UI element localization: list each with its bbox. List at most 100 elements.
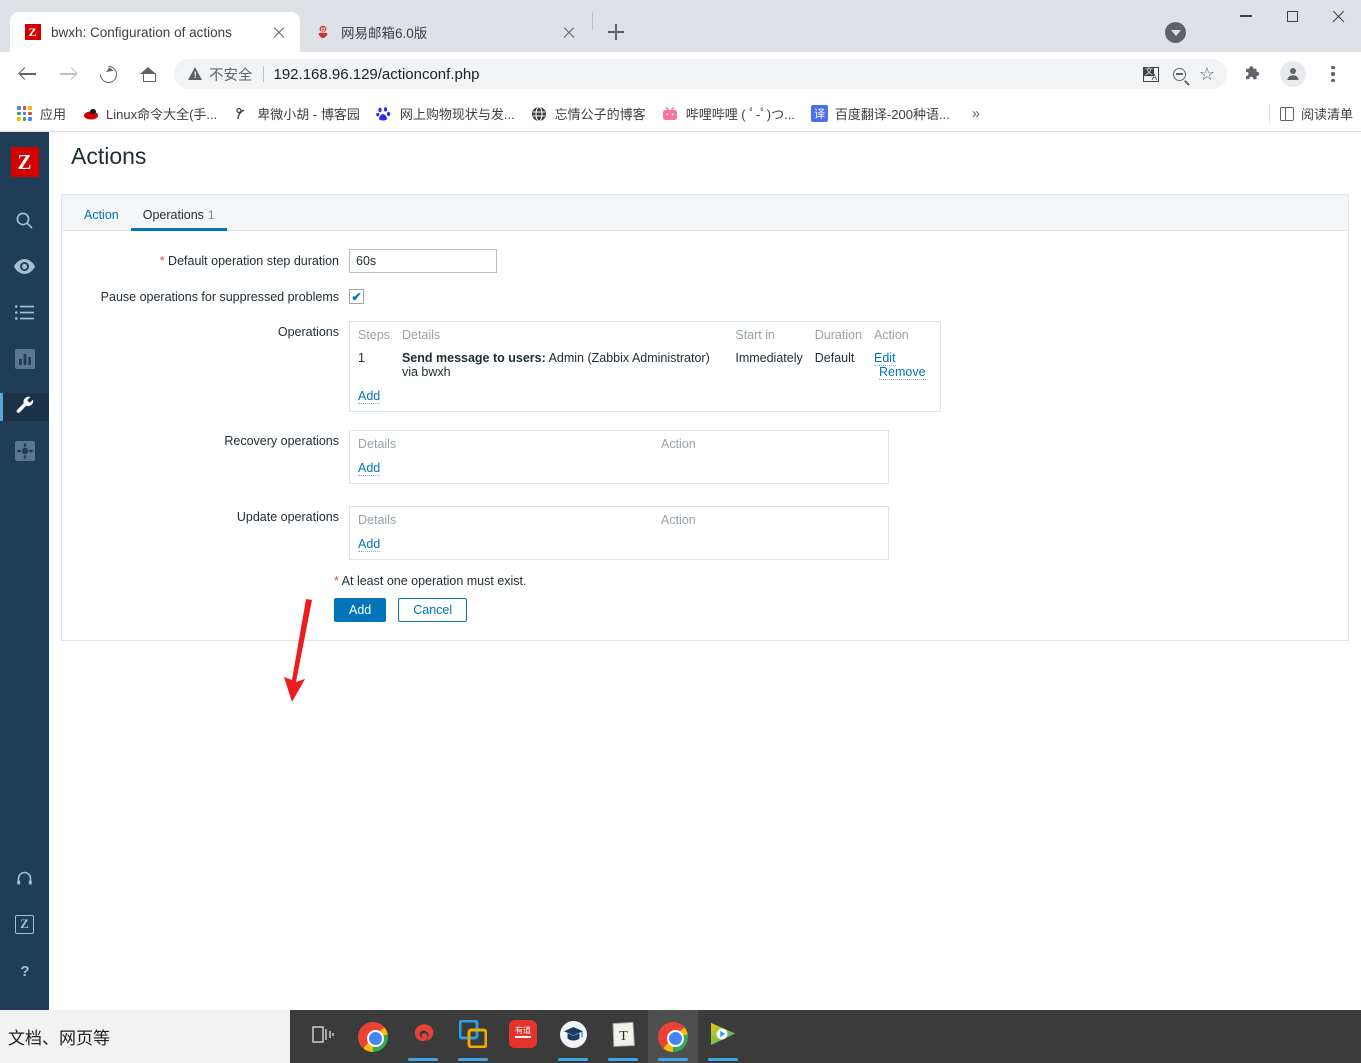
field-control: Steps Details Start in Duration Action 1… xyxy=(349,321,1348,412)
default-step-duration-input[interactable] xyxy=(349,249,497,273)
pause-suppressed-checkbox[interactable] xyxy=(349,289,364,304)
question-icon[interactable]: ? xyxy=(16,962,34,980)
running-indicator xyxy=(608,1058,638,1061)
support-headset-icon[interactable] xyxy=(16,870,33,887)
browser-window: Z bwxh: Configuration of actions 易 网易邮箱6… xyxy=(0,0,1361,1010)
bookmarks-overflow-button[interactable]: » xyxy=(964,105,988,122)
browser-tab-active[interactable]: Z bwxh: Configuration of actions xyxy=(10,12,300,52)
tab-action[interactable]: Action xyxy=(72,208,131,231)
browser-titlebar: Z bwxh: Configuration of actions 易 网易邮箱6… xyxy=(0,0,1361,52)
remove-operation-link[interactable]: Remove xyxy=(879,365,926,380)
extensions-icon[interactable] xyxy=(1236,57,1270,91)
svg-text:译: 译 xyxy=(814,108,825,121)
minimize-button[interactable] xyxy=(1223,0,1269,32)
taskbar-search-box[interactable]: 文档、网页等 xyxy=(0,1010,290,1063)
form-footnote: * At least one operation must exist. xyxy=(62,566,1348,598)
windows-taskbar: 文档、网页等 有道 T xyxy=(0,1010,1361,1063)
zabbix-box-icon[interactable]: Z xyxy=(15,915,34,934)
tab-label: Operations xyxy=(142,207,204,222)
bookmark-linux-commands[interactable]: Linux命令大全(手... xyxy=(74,100,225,127)
svg-text:T: T xyxy=(619,1029,628,1044)
baidu-translate-icon: 译 xyxy=(810,105,828,122)
field-label: Operations xyxy=(62,321,349,412)
gear-icon xyxy=(14,440,35,466)
field-label: Pause operations for suppressed problems xyxy=(62,285,349,309)
maximize-button[interactable] xyxy=(1269,0,1315,32)
reading-list-button[interactable]: 阅读清单 xyxy=(1268,104,1353,123)
running-indicator xyxy=(658,1058,688,1061)
cancel-button[interactable]: Cancel xyxy=(398,598,468,622)
sidebar-item-search[interactable] xyxy=(0,209,49,237)
bilibili-icon xyxy=(662,105,679,122)
add-button[interactable]: Add xyxy=(334,598,387,622)
zabbix-logo[interactable]: Z xyxy=(10,147,39,177)
forward-icon[interactable] xyxy=(51,57,85,91)
browser-tab-inactive[interactable]: 易 网易邮箱6.0版 xyxy=(300,12,590,52)
taskbar-xuexitong[interactable] xyxy=(548,1010,598,1063)
globe-icon xyxy=(531,105,548,122)
bookmark-cnblogs[interactable]: 卑微小胡 - 博客园 xyxy=(225,100,368,127)
bookmark-apps[interactable]: 应用 xyxy=(8,100,74,127)
bookmark-blog[interactable]: 忘情公子的博客 xyxy=(523,100,654,127)
add-operation-link[interactable]: Add xyxy=(358,389,381,404)
close-icon[interactable] xyxy=(558,21,580,43)
tab-separator xyxy=(592,12,593,30)
tab-operations[interactable]: Operations 1 xyxy=(130,207,227,231)
required-marker: * xyxy=(159,254,165,268)
operations-table: Steps Details Start in Duration Action 1… xyxy=(349,321,941,412)
cell-start-in: Immediately xyxy=(735,351,803,365)
bookmark-shopping[interactable]: 网上购物现状与发... xyxy=(368,100,523,127)
cell-action: Edit Remove xyxy=(866,347,940,384)
taskbar-youdao[interactable]: 有道 xyxy=(498,1010,548,1063)
window-controls xyxy=(1223,0,1361,44)
footnote-marker: * xyxy=(334,574,339,588)
bookmark-baidu-translate[interactable]: 译 百度翻译-200种语... xyxy=(803,100,958,127)
new-tab-button[interactable] xyxy=(601,17,631,47)
sidebar-item-monitoring[interactable] xyxy=(0,255,49,283)
svg-text:易: 易 xyxy=(319,28,325,35)
home-icon[interactable] xyxy=(131,57,165,91)
close-window-button[interactable] xyxy=(1315,0,1361,32)
taskbar-potplayer[interactable] xyxy=(698,1010,748,1063)
sidebar-item-configuration[interactable] xyxy=(0,393,49,421)
sidebar-item-inventory[interactable] xyxy=(0,301,49,329)
omnibox-divider xyxy=(262,66,264,82)
profile-avatar[interactable] xyxy=(1276,57,1310,91)
taskbar-navicat[interactable] xyxy=(398,1010,448,1063)
sidebar-item-administration[interactable] xyxy=(0,439,49,467)
browser-menu-icon[interactable] xyxy=(1316,57,1350,91)
tab-count: 1 xyxy=(207,207,215,222)
taskbar-typora[interactable]: T xyxy=(598,1010,648,1063)
label-text: Recovery operations xyxy=(224,434,339,448)
not-secure-icon xyxy=(188,67,203,81)
zabbix-sidebar: Z Z ? xyxy=(0,132,49,1010)
taskbar-chrome[interactable] xyxy=(348,1010,398,1063)
taskbar-task-view[interactable] xyxy=(298,1010,348,1063)
bookmark-star-icon[interactable]: ☆ xyxy=(1193,60,1221,88)
apps-grid-icon xyxy=(16,105,33,122)
label-text: Pause operations for suppressed problems xyxy=(100,290,339,304)
edit-operation-link[interactable]: Edit xyxy=(874,351,896,366)
translate-icon[interactable] xyxy=(1137,60,1165,88)
taskbar-vmware[interactable] xyxy=(448,1010,498,1063)
add-update-operation-link[interactable]: Add xyxy=(358,537,381,552)
sidebar-item-reports[interactable] xyxy=(0,347,49,375)
zoom-out-icon[interactable] xyxy=(1165,60,1193,88)
cell-duration: Default xyxy=(814,351,855,365)
bookmark-bilibili[interactable]: 哔哩哔哩 ( ﾟ-ﾟ)つ... xyxy=(654,100,803,127)
close-icon[interactable] xyxy=(268,21,290,43)
reading-list-label: 阅读清单 xyxy=(1300,107,1353,122)
field-control xyxy=(349,285,1348,309)
label-text: Operations xyxy=(277,325,339,339)
back-icon[interactable] xyxy=(11,57,45,91)
task-view-icon xyxy=(312,1025,334,1049)
address-bar[interactable]: 不安全 192.168.96.129/actionconf.php ☆ xyxy=(174,59,1227,89)
download-badge-icon[interactable] xyxy=(1165,22,1186,43)
field-control xyxy=(349,249,1348,273)
cell-steps: 1 xyxy=(358,351,365,365)
add-recovery-operation-link[interactable]: Add xyxy=(358,461,381,476)
taskbar-chrome-window[interactable] xyxy=(648,1010,698,1063)
wrench-icon xyxy=(15,395,35,420)
running-indicator xyxy=(558,1058,588,1061)
reload-icon[interactable] xyxy=(91,57,125,91)
